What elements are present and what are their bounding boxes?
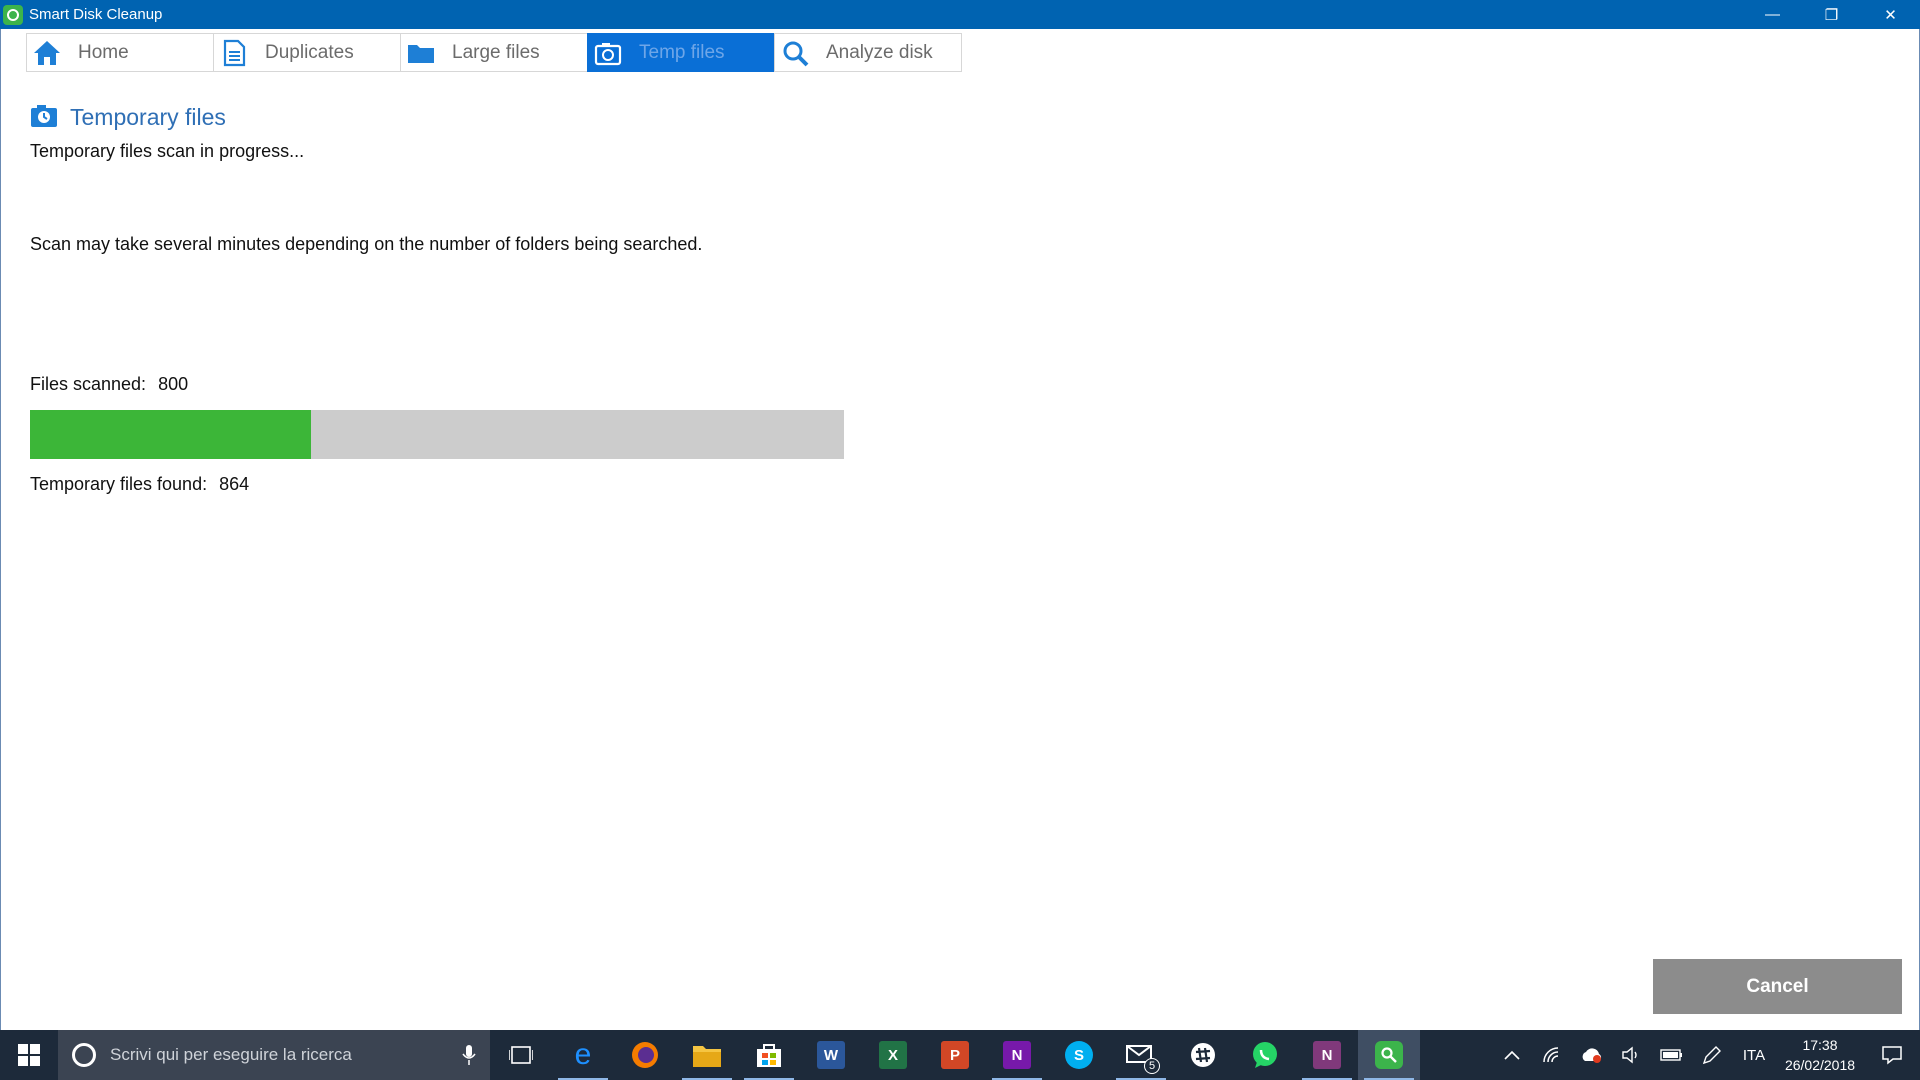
battery-icon: [1660, 1049, 1682, 1061]
tab-large-files[interactable]: Large files: [400, 33, 588, 72]
folder-icon: [404, 36, 438, 70]
home-icon: [30, 36, 64, 70]
input-language-indicator[interactable]: ITA: [1732, 1047, 1776, 1064]
taskbar-clock[interactable]: 17:38 26/02/2018: [1776, 1035, 1864, 1075]
tab-home[interactable]: Home: [26, 33, 214, 72]
tab-analyze-disk[interactable]: Analyze disk: [774, 33, 962, 72]
taskbar-word[interactable]: W: [800, 1030, 862, 1080]
taskbar-powerpoint[interactable]: P: [924, 1030, 986, 1080]
taskbar-file-explorer[interactable]: [676, 1030, 738, 1080]
magnifier-icon: [778, 36, 812, 70]
app-icon: [3, 4, 23, 25]
page-title: Temporary files: [70, 104, 226, 130]
taskbar-store[interactable]: [738, 1030, 800, 1080]
start-button[interactable]: [0, 1030, 58, 1080]
taskbar-whatsapp[interactable]: [1234, 1030, 1296, 1080]
notification-icon: [1882, 1046, 1902, 1065]
word-icon: W: [817, 1041, 845, 1069]
task-view-icon: [509, 1046, 533, 1064]
files-scanned-row: Files scanned: 800: [30, 374, 188, 395]
whatsapp-icon: [1253, 1042, 1277, 1068]
taskbar-smart-disk-cleanup[interactable]: [1358, 1030, 1420, 1080]
minimize-icon: —: [1765, 6, 1780, 23]
files-scanned-value: 800: [158, 374, 189, 394]
window-controls: — ❐ ✕: [1743, 0, 1920, 29]
microphone-icon: [462, 1045, 476, 1065]
close-icon: ✕: [1884, 6, 1897, 24]
taskbar-firefox[interactable]: [614, 1030, 676, 1080]
scan-progress-bar: [30, 410, 844, 459]
powerpoint-icon: P: [941, 1041, 969, 1069]
scan-progress-fill: [30, 410, 311, 459]
clock-date: 26/02/2018: [1784, 1057, 1856, 1073]
scan-status-text: Temporary files scan in progress...: [30, 141, 305, 161]
temp-files-found-value: 864: [219, 474, 250, 494]
volume-button[interactable]: [1612, 1030, 1652, 1080]
restore-button[interactable]: ❐: [1802, 0, 1861, 29]
pen-icon: [1702, 1046, 1721, 1065]
speaker-icon: [1622, 1046, 1637, 1064]
file-explorer-icon: [693, 1046, 721, 1067]
excel-icon: X: [879, 1041, 907, 1069]
onenote-2016-icon: N: [1313, 1041, 1341, 1069]
tab-temp-files[interactable]: Temp files: [587, 33, 775, 72]
edge-icon: e: [574, 1038, 592, 1071]
smart-disk-cleanup-icon: [1375, 1041, 1403, 1069]
taskbar-slack[interactable]: [1172, 1030, 1234, 1080]
windows-logo-icon: [18, 1044, 40, 1066]
slack-icon: [1191, 1043, 1215, 1067]
network-button[interactable]: [1532, 1030, 1572, 1080]
taskbar-mail[interactable]: 5: [1110, 1030, 1172, 1080]
skype-icon: S: [1065, 1041, 1093, 1069]
minimize-button[interactable]: —: [1743, 0, 1802, 29]
wifi-icon: [1543, 1047, 1559, 1063]
taskbar-edge[interactable]: e: [552, 1030, 614, 1080]
task-view-button[interactable]: [490, 1030, 552, 1080]
window-title: Smart Disk Cleanup: [29, 6, 163, 23]
onedrive-button[interactable]: [1572, 1030, 1612, 1080]
taskbar-onenote[interactable]: N: [986, 1030, 1048, 1080]
pen-workspace-button[interactable]: [1692, 1030, 1732, 1080]
taskbar-excel[interactable]: X: [862, 1030, 924, 1080]
taskbar-skype[interactable]: S: [1048, 1030, 1110, 1080]
tab-duplicates-label: Duplicates: [265, 41, 354, 63]
tab-large-files-label: Large files: [452, 41, 540, 63]
taskbar: Scrivi qui per eseguire la ricerca e W X…: [0, 1030, 1920, 1080]
window-border: [0, 29, 1920, 1030]
show-hidden-icons-button[interactable]: [1492, 1030, 1532, 1080]
taskbar-search-box[interactable]: Scrivi qui per eseguire la ricerca: [58, 1030, 490, 1080]
camera-clock-icon: [591, 36, 625, 70]
system-tray: ITA 17:38 26/02/2018: [1492, 1030, 1920, 1080]
chevron-up-icon: [1504, 1050, 1520, 1060]
files-scanned-label: Files scanned:: [30, 374, 147, 394]
tab-bar: Home Duplicates Large files Temp files A…: [26, 33, 962, 73]
mail-badge: 5: [1144, 1058, 1160, 1074]
taskbar-search-placeholder: Scrivi qui per eseguire la ricerca: [110, 1045, 352, 1064]
scan-info-text: Scan may take several minutes depending …: [30, 234, 703, 254]
tab-home-label: Home: [78, 41, 129, 63]
restore-icon: ❐: [1824, 6, 1839, 24]
cancel-button[interactable]: Cancel: [1653, 959, 1902, 1014]
clock-time: 17:38: [1802, 1037, 1838, 1053]
tab-analyze-disk-label: Analyze disk: [826, 41, 933, 63]
temp-files-icon: [30, 104, 58, 128]
document-icon: [217, 36, 251, 70]
tab-temp-files-label: Temp files: [639, 41, 725, 63]
onenote-icon: N: [1003, 1041, 1031, 1069]
store-icon: [757, 1044, 781, 1067]
temp-files-found-row: Temporary files found: 864: [30, 474, 249, 495]
close-button[interactable]: ✕: [1861, 0, 1920, 29]
tab-duplicates[interactable]: Duplicates: [213, 33, 401, 72]
battery-button[interactable]: [1652, 1030, 1692, 1080]
cortana-icon: [72, 1043, 96, 1067]
taskbar-onenote-2016[interactable]: N: [1296, 1030, 1358, 1080]
action-center-button[interactable]: [1864, 1030, 1920, 1080]
firefox-icon: [632, 1042, 658, 1068]
temp-files-found-label: Temporary files found:: [30, 474, 208, 494]
title-bar: Smart Disk Cleanup — ❐ ✕: [0, 0, 1920, 29]
cloud-sync-icon: [1582, 1048, 1602, 1063]
